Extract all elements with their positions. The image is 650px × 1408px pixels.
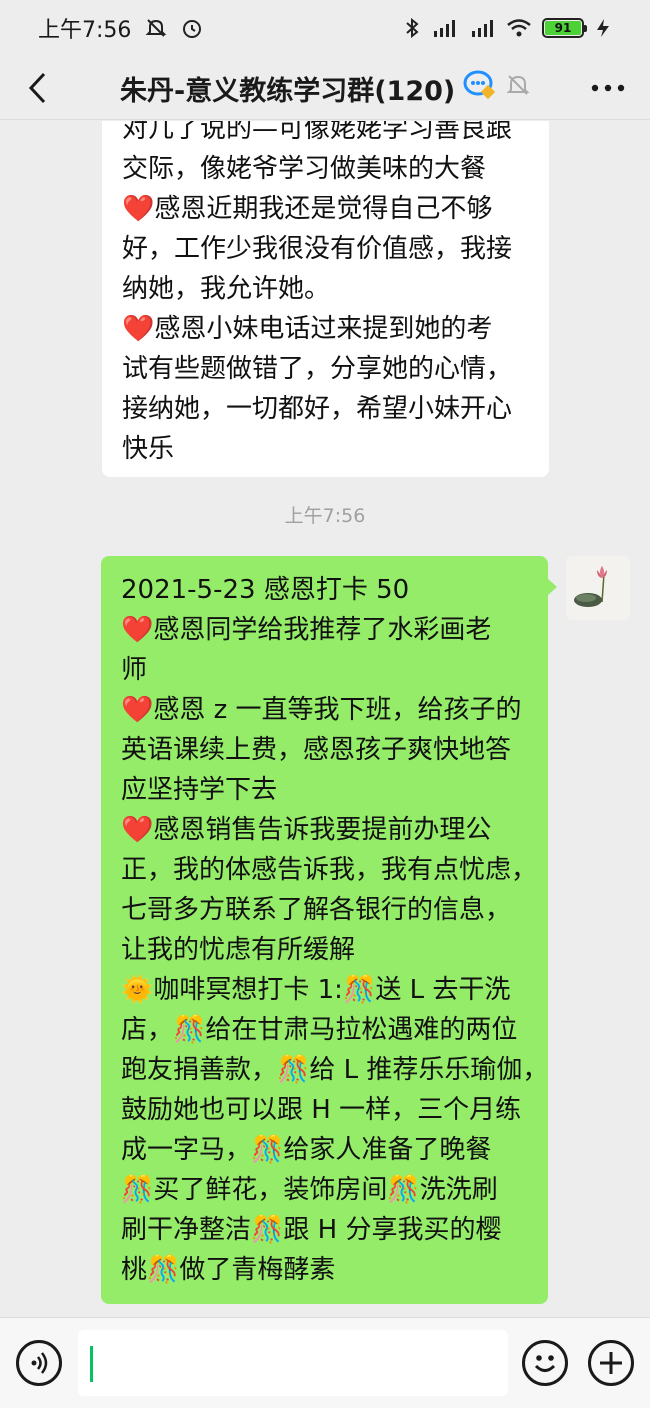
signal-icon <box>468 17 496 39</box>
message-line: 七哥多方联系了解各银行的信息， <box>121 895 512 925</box>
message-line: ❤️感恩销售告诉我要提前办理公 <box>121 815 492 845</box>
message-line: 英语课续上费，感恩孩子爽快地答 <box>121 735 512 765</box>
message-line: 对几了说的—可像姥姥学习善良跟 <box>122 121 513 144</box>
plus-icon <box>600 1352 622 1374</box>
message-timestamp: 上午7:56 <box>284 505 366 527</box>
message-line: 正，我的体感告诉我，我有点忧虑， <box>121 855 538 885</box>
message-line: ❤️感恩近期我还是觉得自己不够 <box>122 194 493 224</box>
back-button[interactable] <box>18 68 58 108</box>
message-line: 成一字马，🎊给家人准备了晚餐 <box>121 1135 492 1165</box>
message-line: 纳她，我允许她。 <box>122 274 331 304</box>
message-line: 🎊买了鲜花，装饰房间🎊洗洗刷 <box>121 1175 498 1205</box>
text-caret <box>90 1346 93 1382</box>
emoji-icon <box>534 1355 556 1372</box>
message-line: 2021-5-23 感恩打卡 50 <box>121 575 410 605</box>
battery-level: 91 <box>545 21 581 35</box>
message-line: 试有些题做错了，分享她的心情， <box>122 354 513 384</box>
message-line: 店，🎊给在甘肃马拉松遇难的两位 <box>121 1015 518 1045</box>
more-dots-icon <box>591 84 625 92</box>
bluetooth-icon <box>404 17 420 39</box>
chevron-left-icon <box>28 72 46 104</box>
status-time: 上午7:56 <box>38 18 132 43</box>
voice-button[interactable] <box>16 1340 62 1386</box>
message-line: ❤️感恩小妹电话过来提到她的考 <box>122 314 493 344</box>
message-line: 快乐 <box>122 434 175 464</box>
battery-icon: 91 <box>542 18 587 38</box>
wifi-icon <box>506 17 532 39</box>
message-line: 师 <box>121 655 148 685</box>
mute-bell-icon <box>145 17 167 39</box>
message-line: 接纳她，一切都好，希望小妹开心 <box>122 394 513 424</box>
message-line: 好，工作少我很没有价值感，我接 <box>122 234 513 264</box>
received-message-bubble[interactable]: 对几了说的—可像姥姥学习善良跟 交际，像姥爷学习做美味的大餐 ❤️感恩近期我还是… <box>102 121 549 477</box>
message-line: ❤️感恩同学给我推荐了水彩画老 <box>121 615 492 645</box>
page-title: 朱丹-意义教练学习群(120) <box>120 75 456 107</box>
chat-title-row[interactable]: 朱丹-意义教练学习群(120) <box>120 66 531 110</box>
input-bar <box>0 1317 650 1408</box>
message-list[interactable]: 对几了说的—可像姥姥学习善良跟 交际，像姥爷学习做美味的大餐 ❤️感恩近期我还是… <box>0 121 650 1317</box>
message-line: ❤️感恩 z 一直等我下班，给孩子的 <box>121 695 522 725</box>
sent-message-bubble[interactable]: 2021-5-23 感恩打卡 50 ❤️感恩同学给我推荐了水彩画老 师 ❤️感恩… <box>101 556 557 1304</box>
message-line: 刷干净整洁🎊跟 H 分享我买的樱 <box>121 1215 502 1245</box>
lotus-avatar-image <box>566 556 630 620</box>
chat-bubble-icon <box>463 69 497 108</box>
message-line: 应坚持学下去 <box>121 775 278 805</box>
message-line: 交际，像姥爷学习做美味的大餐 <box>122 154 487 184</box>
message-input[interactable] <box>78 1330 508 1396</box>
message-line: 让我的忧虑有所缓解 <box>121 935 356 965</box>
message-line: 🌞咖啡冥想打卡 1:🎊送 L 去干洗 <box>121 975 511 1005</box>
emoji-button[interactable] <box>522 1340 568 1386</box>
plus-button[interactable] <box>588 1340 634 1386</box>
hd-signal-icon <box>430 17 458 39</box>
more-button[interactable] <box>588 70 628 106</box>
message-line: 跑友捐善款，🎊给 L 推荐乐乐瑜伽， <box>121 1055 549 1085</box>
mute-bell-icon <box>505 72 531 105</box>
status-bar: 上午7:56 91 <box>0 0 650 56</box>
message-line: 鼓励她也可以跟 H 一样，三个月练 <box>121 1095 522 1125</box>
charging-icon <box>594 17 612 39</box>
chat-header: 朱丹-意义教练学习群(120) <box>0 56 650 120</box>
alarm-icon <box>181 17 203 39</box>
voice-icon <box>31 1352 48 1374</box>
avatar[interactable] <box>566 556 630 620</box>
message-line: 桃🎊做了青梅酵素 <box>121 1255 336 1285</box>
